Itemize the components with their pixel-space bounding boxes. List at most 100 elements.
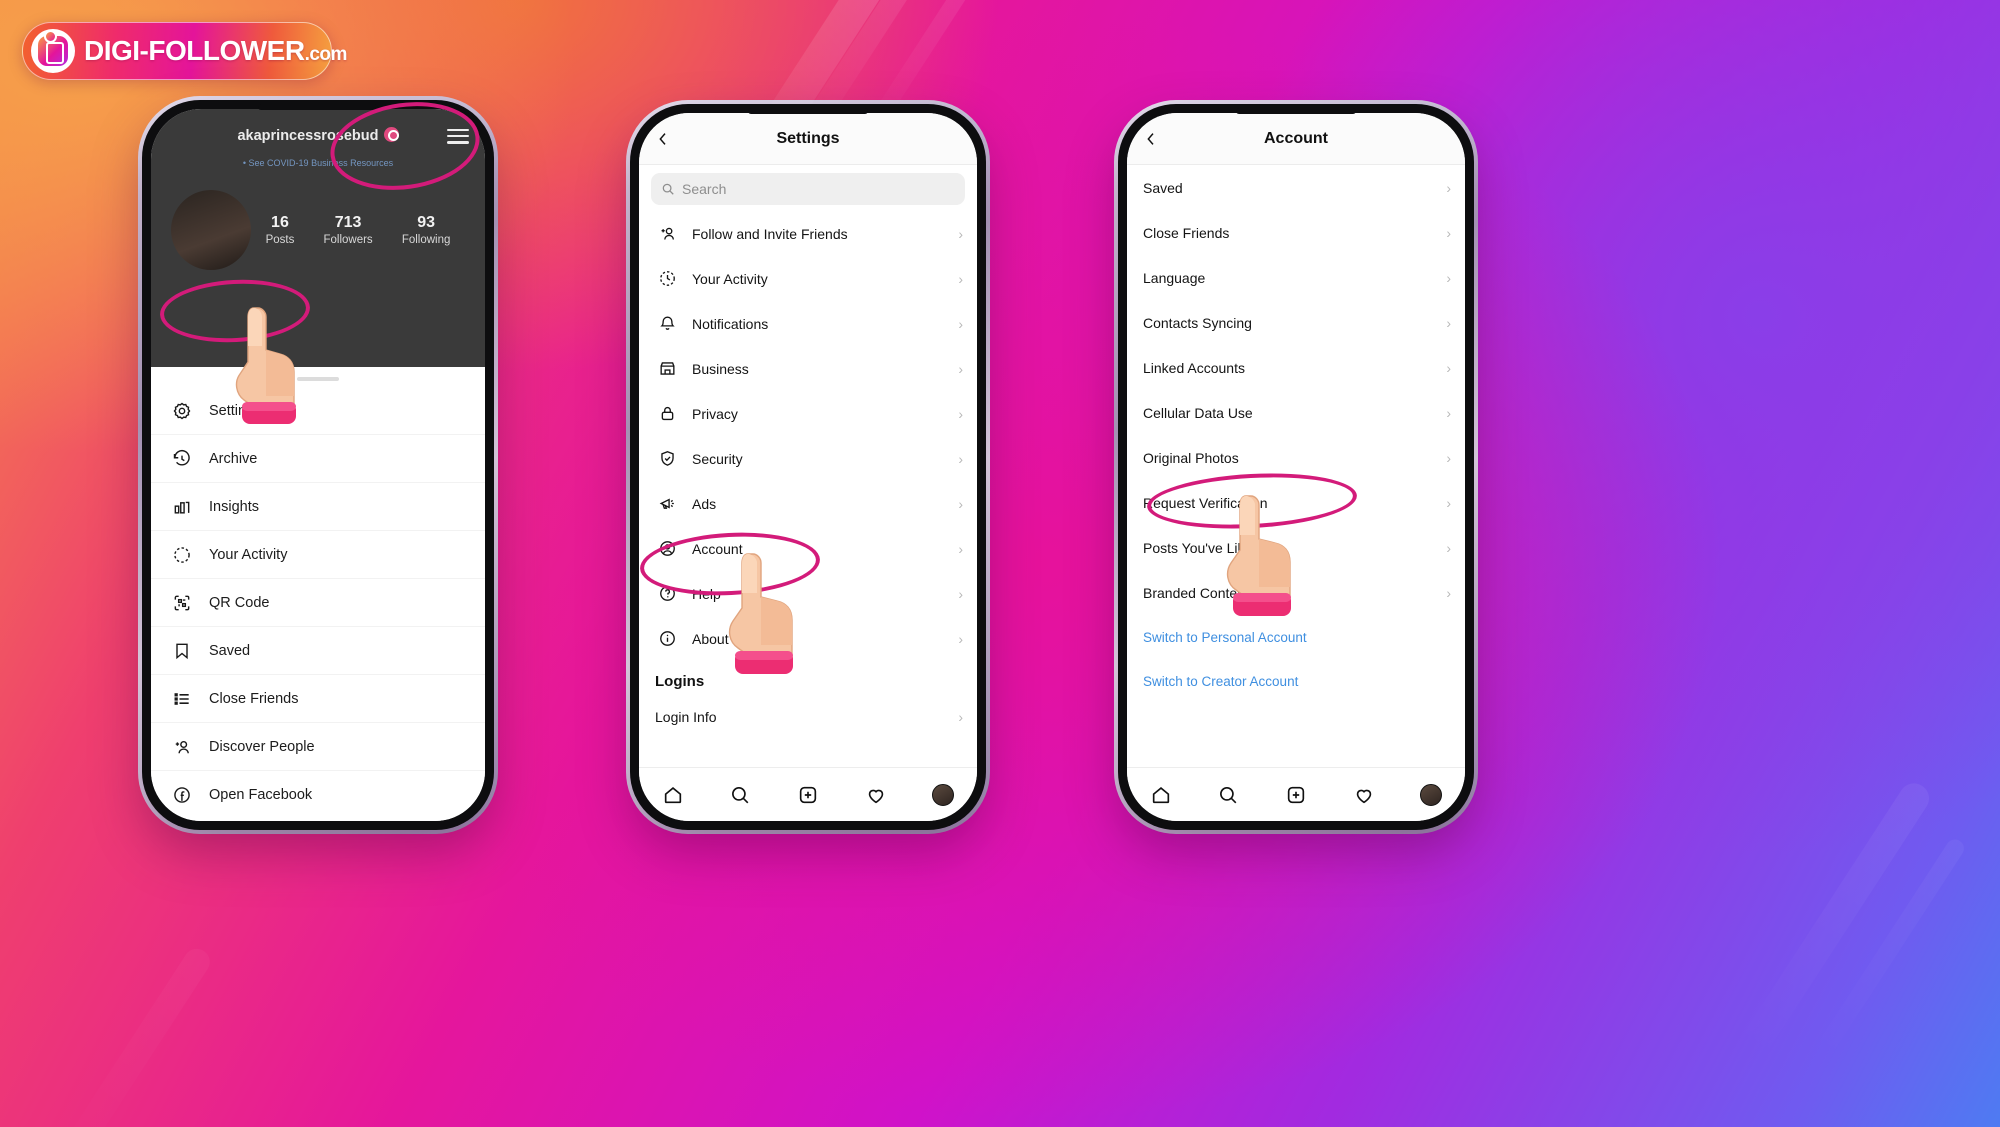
profile-avatar-icon[interactable]	[1420, 783, 1443, 806]
phone-notch	[1236, 108, 1356, 114]
sidebar-item-label: Your Activity	[209, 546, 288, 563]
stat-followers[interactable]: 713 Followers	[323, 214, 372, 246]
chevron-right-icon: ›	[1446, 179, 1451, 196]
chevron-right-icon: ›	[958, 315, 963, 332]
account-row-cellular-data-use[interactable]: Cellular Data Use ›	[1127, 390, 1465, 435]
chevron-left-icon[interactable]	[1143, 131, 1159, 147]
settings-row-login-info[interactable]: Login Info ›	[639, 694, 977, 739]
chevron-left-icon[interactable]	[655, 131, 671, 147]
facebook-icon	[169, 785, 195, 805]
chevron-right-icon: ›	[1446, 314, 1451, 331]
settings-row-follow-invite[interactable]: Follow and Invite Friends ›	[639, 211, 977, 256]
search-icon[interactable]	[1217, 784, 1239, 806]
phone-notch	[748, 108, 868, 114]
profile-username: akaprincessrosebud	[237, 127, 399, 144]
home-icon[interactable]	[1150, 784, 1172, 806]
bottom-tabbar	[1127, 767, 1465, 821]
account-row-label: Saved	[1143, 179, 1183, 196]
chevron-right-icon: ›	[958, 630, 963, 647]
chevron-right-icon: ›	[958, 708, 963, 725]
settings-row-privacy[interactable]: Privacy ›	[639, 391, 977, 436]
gear-icon	[169, 401, 195, 421]
settings-row-about[interactable]: About ›	[639, 616, 977, 661]
account-row-label: Posts You've Liked	[1143, 539, 1261, 556]
sidebar-item-insights[interactable]: Insights	[151, 483, 485, 531]
account-circle-icon	[655, 539, 679, 558]
chevron-right-icon: ›	[958, 405, 963, 422]
settings-row-business[interactable]: Business ›	[639, 346, 977, 391]
account-navbar: Account	[1127, 113, 1465, 165]
settings-row-help[interactable]: Help ›	[639, 571, 977, 616]
sidebar-item-archive[interactable]: Archive	[151, 435, 485, 483]
account-row-contacts-syncing[interactable]: Contacts Syncing ›	[1127, 300, 1465, 345]
settings-row-ads[interactable]: Ads ›	[639, 481, 977, 526]
heart-icon[interactable]	[865, 784, 887, 806]
chevron-right-icon: ›	[1446, 404, 1451, 421]
phone-account: Account Saved › Close Friends › Language…	[1114, 100, 1478, 834]
chevron-right-icon: ›	[958, 360, 963, 377]
instagram-badge-icon	[31, 29, 75, 73]
settings-row-label: Business	[692, 360, 749, 377]
stat-following[interactable]: 93 Following	[402, 214, 451, 246]
account-row-close-friends[interactable]: Close Friends ›	[1127, 210, 1465, 255]
profile-avatar-icon[interactable]	[932, 783, 955, 806]
account-row-posts-youve-liked[interactable]: Posts You've Liked ›	[1127, 525, 1465, 570]
account-row-saved[interactable]: Saved ›	[1127, 165, 1465, 210]
sidebar-item-saved[interactable]: Saved	[151, 627, 485, 675]
covid-notice[interactable]: • See COVID-19 Business Resources	[151, 158, 485, 168]
qr-code-icon	[169, 593, 195, 613]
phone-profile-menu: akaprincessrosebud • See COVID-19 Busine…	[138, 96, 498, 834]
account-row-language[interactable]: Language ›	[1127, 255, 1465, 300]
account-row-label: Request Verification	[1143, 494, 1268, 511]
brand-logo-text: DIGI-FOLLOWER.com	[84, 35, 347, 67]
chevron-right-icon: ›	[1446, 224, 1451, 241]
sidebar-item-close-friends[interactable]: Close Friends	[151, 675, 485, 723]
your-activity-clock-icon	[655, 269, 679, 288]
account-row-branded-content-tools[interactable]: Branded Content Tools ›	[1127, 570, 1465, 615]
search-placeholder: Search	[682, 181, 727, 197]
settings-row-label: Privacy	[692, 405, 738, 422]
settings-row-security[interactable]: Security ›	[639, 436, 977, 481]
chevron-right-icon: ›	[958, 540, 963, 557]
sidebar-item-settings[interactable]: Settings	[151, 387, 485, 435]
sidebar-item-qr-code[interactable]: QR Code	[151, 579, 485, 627]
pro-badge-icon	[383, 127, 399, 142]
sheet-grabber[interactable]	[297, 377, 339, 381]
heart-icon[interactable]	[1353, 784, 1375, 806]
hamburger-icon[interactable]	[447, 125, 469, 148]
search-icon[interactable]	[729, 784, 751, 806]
storefront-icon	[655, 359, 679, 378]
account-row-linked-accounts[interactable]: Linked Accounts ›	[1127, 345, 1465, 390]
your-activity-clock-icon	[169, 545, 195, 565]
account-row-original-photos[interactable]: Original Photos ›	[1127, 435, 1465, 480]
settings-row-account[interactable]: Account ›	[639, 526, 977, 571]
sidebar-item-discover-people[interactable]: Discover People	[151, 723, 485, 771]
page-title: Settings	[776, 129, 840, 147]
sidebar-item-your-activity[interactable]: Your Activity	[151, 531, 485, 579]
add-square-icon[interactable]	[797, 784, 819, 806]
chevron-right-icon: ›	[1446, 269, 1451, 286]
archive-clock-icon	[169, 449, 195, 469]
sidebar-item-open-facebook[interactable]: Open Facebook	[151, 771, 485, 819]
avatar[interactable]	[171, 190, 251, 270]
search-input[interactable]: Search	[651, 173, 965, 205]
switch-to-personal-account-link[interactable]: Switch to Personal Account	[1127, 615, 1465, 659]
bookmark-icon	[169, 641, 195, 661]
settings-row-label: About	[692, 630, 729, 647]
settings-row-label: Your Activity	[692, 270, 768, 287]
insights-bar-icon	[169, 497, 195, 517]
stat-posts: 16 Posts	[265, 214, 295, 246]
brand-logo: DIGI-FOLLOWER.com	[22, 22, 347, 80]
switch-to-creator-account-link[interactable]: Switch to Creator Account	[1127, 659, 1465, 703]
settings-row-your-activity[interactable]: Your Activity ›	[639, 256, 977, 301]
sidebar-item-label: Settings	[209, 402, 262, 419]
add-square-icon[interactable]	[1285, 784, 1307, 806]
chevron-right-icon: ›	[958, 495, 963, 512]
account-row-request-verification[interactable]: Request Verification ›	[1127, 480, 1465, 525]
phone-settings: Settings Search Follow and Invite Friend…	[626, 100, 990, 834]
settings-row-notifications[interactable]: Notifications ›	[639, 301, 977, 346]
page-title: Account	[1264, 129, 1328, 147]
chevron-right-icon: ›	[1446, 539, 1451, 556]
add-person-icon	[169, 737, 195, 757]
home-icon[interactable]	[662, 784, 684, 806]
